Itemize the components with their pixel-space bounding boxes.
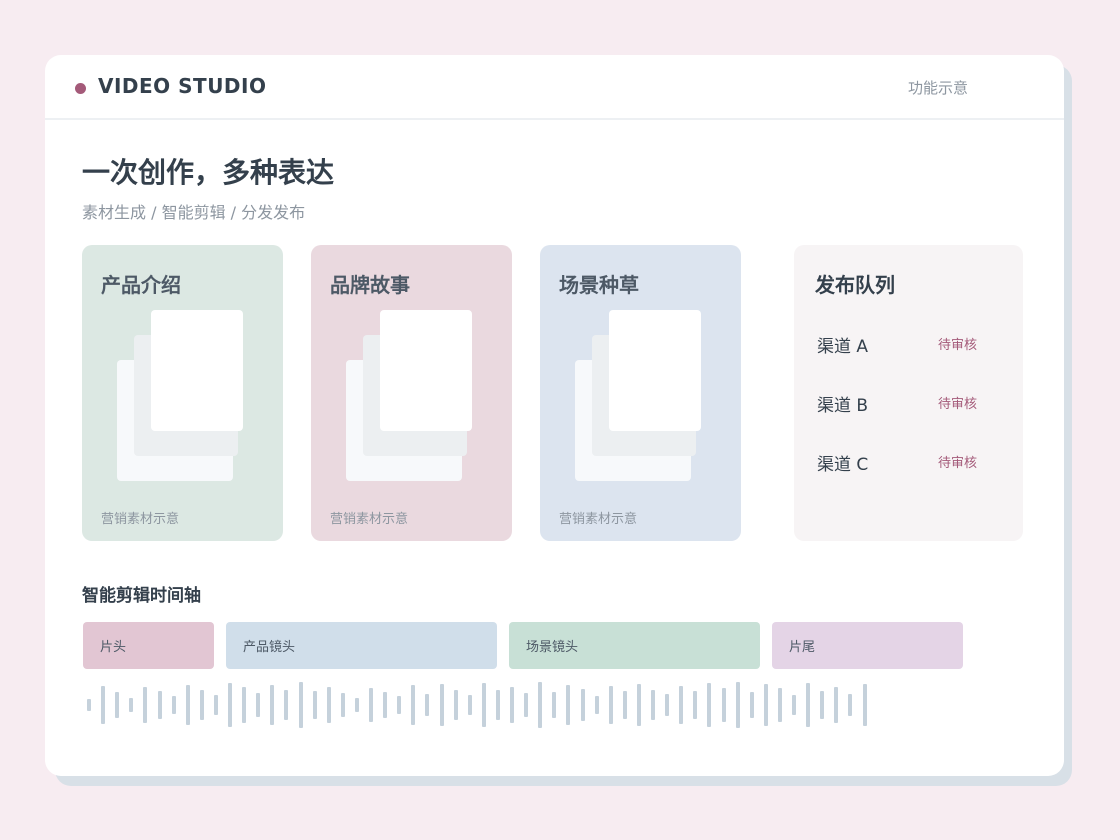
audio-waveform[interactable] bbox=[45, 675, 1064, 735]
queue-title: 发布队列 bbox=[815, 273, 895, 297]
waveform-bar bbox=[495, 690, 500, 720]
page-subtitle: 素材生成 / 智能剪辑 / 分发发布 bbox=[82, 203, 306, 222]
waveform-bar bbox=[369, 688, 373, 722]
waveform-bar bbox=[566, 685, 571, 725]
waveform-bar bbox=[453, 690, 458, 720]
tile-title: 品牌故事 bbox=[330, 273, 410, 297]
waveform-bar bbox=[354, 698, 359, 712]
page-title: 一次创作，多种表达 bbox=[82, 156, 335, 189]
queue-item[interactable]: 渠道 C 待审核 bbox=[794, 446, 1023, 476]
waveform-bar bbox=[594, 696, 599, 714]
waveform-bar bbox=[185, 685, 190, 725]
waveform-bar bbox=[679, 686, 684, 724]
waveform-bar bbox=[538, 682, 543, 728]
queue-channel: 渠道 B bbox=[817, 396, 869, 416]
waveform-bar bbox=[707, 683, 712, 727]
timeline-clip-scene[interactable]: 场景镜头 bbox=[509, 622, 760, 669]
waveform-bar bbox=[340, 693, 345, 717]
document-stack-icon bbox=[151, 310, 243, 431]
waveform-bar bbox=[87, 699, 91, 711]
waveform-bar bbox=[270, 685, 275, 725]
waveform-bar bbox=[580, 689, 585, 721]
publish-queue-panel: 发布队列 渠道 A 待审核 渠道 B 待审核 渠道 C 待审核 bbox=[794, 245, 1023, 541]
waveform-bar bbox=[312, 691, 317, 719]
timeline-clip-outro[interactable]: 片尾 bbox=[772, 622, 963, 669]
waveform-bar bbox=[510, 687, 514, 723]
tile-scene-seeding[interactable]: 场景种草 营销素材示意 bbox=[540, 245, 741, 541]
waveform-bar bbox=[608, 686, 613, 724]
waveform-bar bbox=[651, 690, 655, 720]
waveform-bar bbox=[806, 683, 811, 727]
waveform-bar bbox=[552, 692, 557, 718]
waveform-bar bbox=[284, 690, 289, 720]
waveform-bar bbox=[157, 691, 162, 719]
waveform-bar bbox=[467, 695, 472, 715]
waveform-bar bbox=[256, 693, 261, 717]
brand-name: VIDEO STUDIO bbox=[98, 74, 267, 98]
waveform-bar bbox=[439, 684, 444, 726]
feature-demo-link[interactable]: 功能示意 bbox=[908, 77, 968, 98]
waveform-bar bbox=[665, 694, 670, 716]
waveform-bar bbox=[199, 690, 204, 720]
waveform-bar bbox=[411, 685, 416, 725]
waveform-bar bbox=[862, 684, 867, 726]
waveform-bar bbox=[115, 692, 120, 718]
brand-dot-icon bbox=[75, 83, 86, 94]
document-stack-icon bbox=[609, 310, 701, 431]
waveform-bar bbox=[693, 691, 698, 719]
tile-caption: 营销素材示意 bbox=[330, 512, 409, 527]
queue-channel: 渠道 A bbox=[817, 337, 869, 357]
waveform-bar bbox=[524, 693, 529, 717]
waveform-bar bbox=[101, 686, 106, 724]
waveform-bar bbox=[383, 692, 388, 718]
tile-title: 产品介绍 bbox=[101, 273, 181, 297]
tile-title: 场景种草 bbox=[559, 273, 639, 297]
waveform-bar bbox=[143, 687, 148, 723]
waveform-bar bbox=[242, 687, 247, 723]
tile-brand-story[interactable]: 品牌故事 营销素材示意 bbox=[311, 245, 512, 541]
tile-caption: 营销素材示意 bbox=[101, 512, 180, 527]
waveform-bar bbox=[298, 682, 303, 728]
waveform-bar bbox=[848, 694, 853, 716]
waveform-bar bbox=[834, 687, 839, 723]
waveform-bar bbox=[425, 694, 430, 716]
waveform-bar bbox=[735, 682, 740, 728]
timeline-clip-product[interactable]: 产品镜头 bbox=[226, 622, 497, 669]
waveform-bar bbox=[749, 692, 754, 718]
status-badge: 待审核 bbox=[938, 456, 978, 471]
status-badge: 待审核 bbox=[938, 338, 978, 353]
queue-item[interactable]: 渠道 B 待审核 bbox=[794, 387, 1023, 417]
waveform-bar bbox=[228, 683, 232, 727]
waveform-bar bbox=[481, 683, 486, 727]
waveform-bar bbox=[171, 696, 176, 714]
waveform-bar bbox=[129, 698, 134, 712]
document-stack-icon bbox=[380, 310, 472, 431]
waveform-bar bbox=[721, 688, 726, 722]
tile-caption: 营销素材示意 bbox=[559, 512, 638, 527]
top-bar: VIDEO STUDIO 功能示意 bbox=[45, 55, 1064, 120]
waveform-bar bbox=[622, 691, 627, 719]
waveform-bar bbox=[636, 684, 641, 726]
studio-window: VIDEO STUDIO 功能示意 一次创作，多种表达 素材生成 / 智能剪辑 … bbox=[45, 55, 1064, 776]
tile-product-intro[interactable]: 产品介绍 营销素材示意 bbox=[82, 245, 283, 541]
queue-item[interactable]: 渠道 A 待审核 bbox=[794, 328, 1023, 358]
waveform-bar bbox=[763, 684, 768, 726]
waveform-bar bbox=[326, 687, 331, 723]
waveform-bar bbox=[777, 688, 782, 722]
waveform-bar bbox=[397, 696, 402, 714]
timeline-clip-intro[interactable]: 片头 bbox=[83, 622, 214, 669]
queue-channel: 渠道 C bbox=[817, 455, 869, 475]
waveform-bar bbox=[820, 691, 825, 719]
waveform-bar bbox=[792, 695, 796, 715]
waveform-bar bbox=[213, 695, 218, 715]
timeline-title: 智能剪辑时间轴 bbox=[82, 586, 201, 606]
status-badge: 待审核 bbox=[938, 397, 978, 412]
